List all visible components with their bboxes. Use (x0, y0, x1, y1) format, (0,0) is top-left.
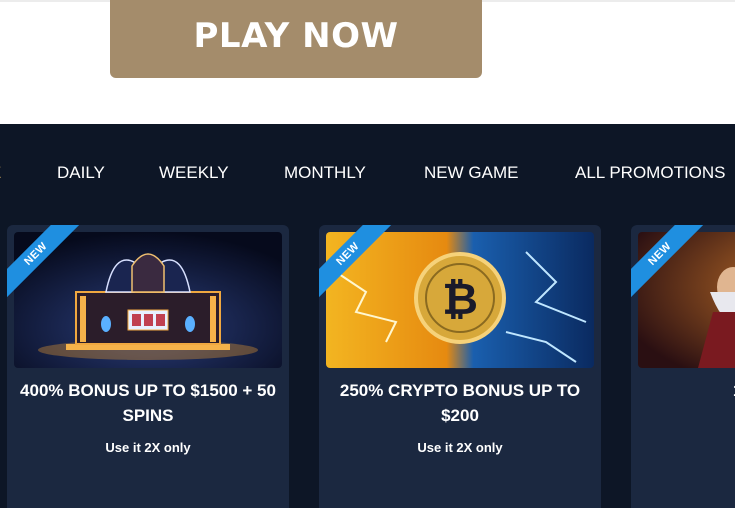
tab-all-promotions[interactable]: ALL PROMOTIONS (575, 163, 726, 183)
promo-subtitle: Use it 2X only (105, 440, 191, 455)
promo-subtitle: U (631, 440, 735, 455)
tab-new-game[interactable]: NEW GAME (424, 163, 518, 183)
promotions-section: E DAILY WEEKLY MONTHLY NEW GAME ALL PROM… (0, 124, 735, 508)
new-ribbon: NEW (319, 225, 398, 304)
bitcoin-icon: ₿ (442, 274, 478, 325)
promo-card[interactable]: ₿ NEW 250% CRYPTO BONUS UP TO $200 Use i… (319, 225, 601, 508)
promo-subtitle: Use it 2X only (417, 440, 503, 455)
tab-daily[interactable]: DAILY (57, 163, 105, 183)
tab-monthly[interactable]: MONTHLY (284, 163, 366, 183)
promotion-tabs: E DAILY WEEKLY MONTHLY NEW GAME ALL PROM… (0, 124, 735, 214)
top-section: PLAY NOW (0, 0, 735, 124)
play-now-button[interactable]: PLAY NOW (110, 0, 482, 78)
promo-title: 100 (631, 378, 735, 403)
svg-text:₿: ₿ (442, 274, 478, 325)
new-ribbon: NEW (7, 225, 86, 304)
promo-card[interactable]: NEW 400% BONUS UP TO $1500 + 50 SPINS Us… (7, 225, 289, 508)
promo-card[interactable]: NEW 100 U (631, 225, 735, 508)
tab-offscreen-fragment: E (0, 163, 1, 183)
promo-title: 250% CRYPTO BONUS UP TO $200 (339, 381, 581, 425)
promo-title: 400% BONUS UP TO $1500 + 50 SPINS (20, 381, 276, 425)
tab-weekly[interactable]: WEEKLY (159, 163, 229, 183)
new-ribbon: NEW (631, 225, 710, 304)
